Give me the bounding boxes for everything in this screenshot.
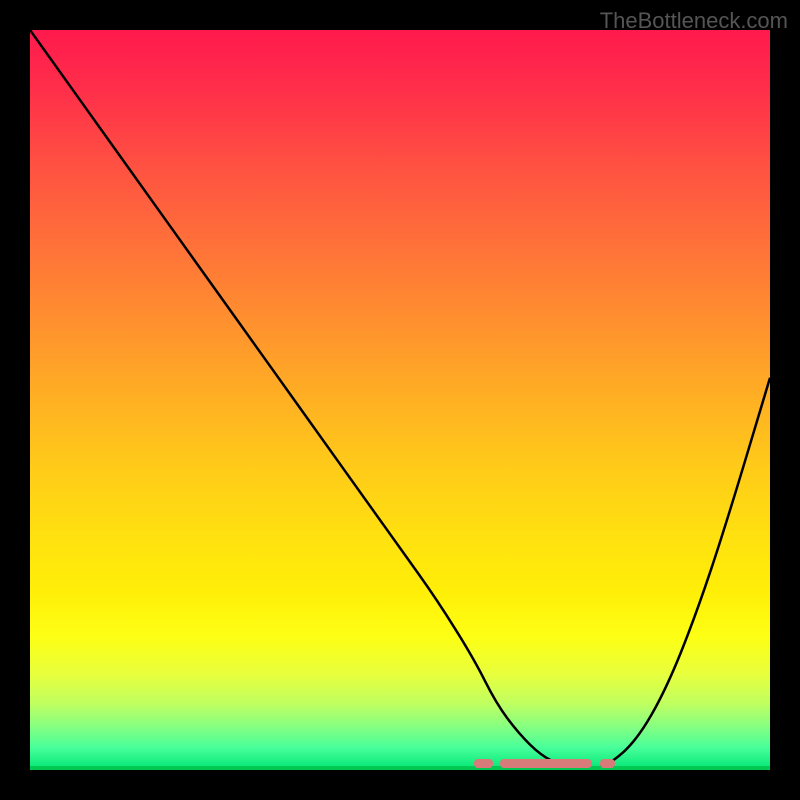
optimal-baseline (30, 766, 770, 770)
curve-svg (30, 30, 770, 770)
bottleneck-curve (30, 30, 770, 769)
optimal-marker-segment (600, 759, 615, 768)
watermark-text: TheBottleneck.com (600, 8, 788, 34)
chart-plot-area (30, 30, 770, 770)
optimal-marker-segment (500, 759, 593, 768)
optimal-marker-segment (474, 759, 493, 768)
